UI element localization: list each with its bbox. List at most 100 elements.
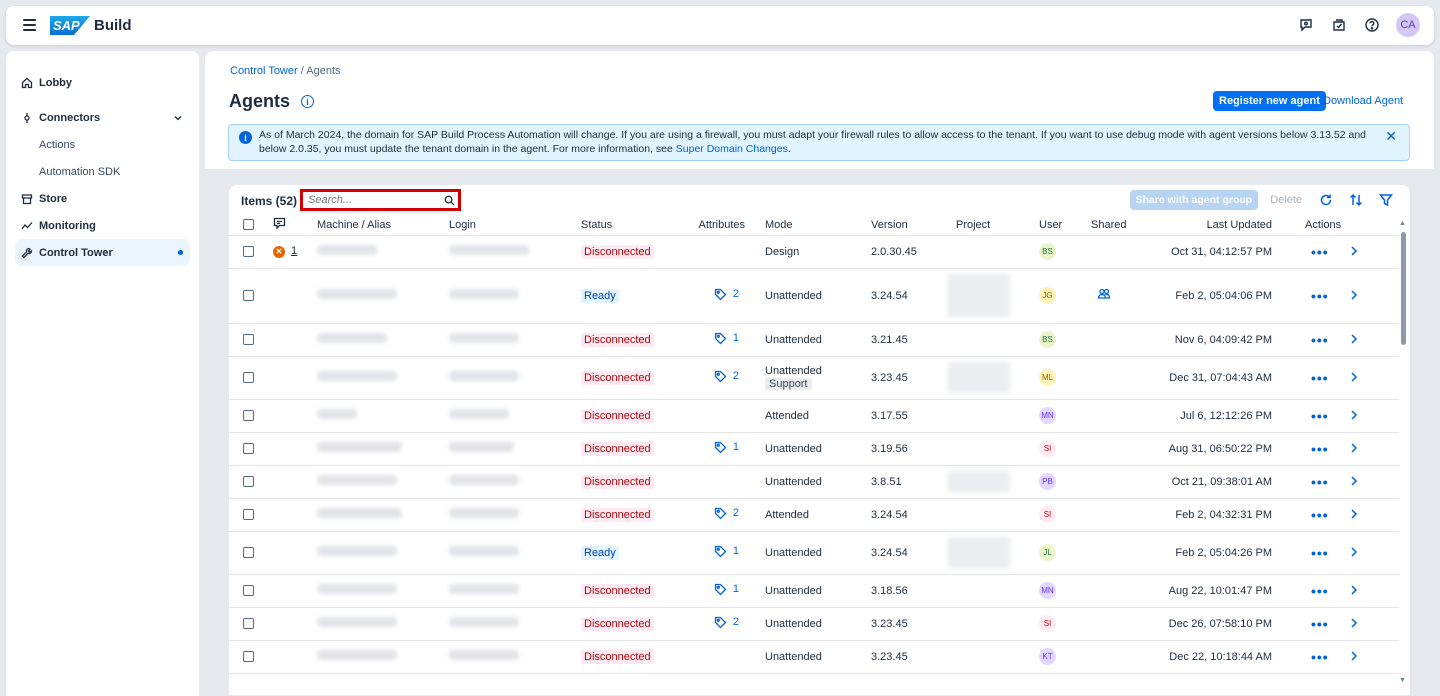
row-navigate-icon[interactable] [1350,475,1358,489]
row-navigate-icon[interactable] [1350,245,1358,259]
row-actions-button[interactable]: ••• [1311,545,1329,561]
row-checkbox[interactable] [243,509,254,521]
chevron-down-icon[interactable] [174,113,182,125]
attributes-link[interactable]: 2 [714,288,739,301]
table-row[interactable]: Ready 1 Unattended 3.24.54 JL Feb 2, 05:04:26… [229,531,1399,575]
col-version[interactable]: Version [855,215,934,236]
attributes-link[interactable]: 1 [714,545,739,558]
col-attributes[interactable]: Attributes [681,215,749,236]
user-avatar[interactable]: JG [1039,287,1056,304]
select-all-checkbox[interactable] [243,219,254,231]
user-avatar[interactable]: CA [1396,13,1420,37]
search-input[interactable] [308,194,444,206]
row-actions-button[interactable]: ••• [1311,408,1329,424]
col-last-updated[interactable]: Last Updated [1150,215,1272,236]
attributes-link[interactable]: 2 [714,507,739,520]
table-row[interactable]: Disconnected 1 Unattended 3.19.56 SI Aug 31, … [229,432,1399,466]
user-avatar[interactable]: BS [1039,243,1056,260]
filter-icon[interactable] [1374,190,1398,210]
nav-item-store[interactable]: Store [15,185,190,212]
col-user[interactable]: User [1022,215,1086,236]
refresh-icon[interactable] [1314,190,1338,210]
nav-item-control-tower[interactable]: Control Tower [15,239,190,266]
user-avatar[interactable]: ML [1039,369,1056,386]
nav-item-lobby[interactable]: Lobby [15,69,190,96]
row-navigate-icon[interactable] [1350,409,1358,423]
info-icon[interactable]: i [301,95,314,108]
col-mode[interactable]: Mode [749,215,855,236]
scroll-thumb[interactable] [1401,232,1406,345]
row-actions-button[interactable]: ••• [1311,583,1329,599]
user-avatar[interactable]: MN [1039,407,1056,424]
col-actions[interactable]: Actions [1272,215,1344,236]
breadcrumb-control-tower[interactable]: Control Tower [230,65,298,77]
row-checkbox[interactable] [243,618,254,630]
table-row[interactable]: Disconnected 2 Unattended 3.23.45 SI Dec 26, … [229,607,1399,641]
row-actions-button[interactable]: ••• [1311,649,1329,665]
assistant-icon[interactable] [1297,16,1315,34]
nav-item-connectors[interactable]: Connectors [15,104,190,131]
sap-logo[interactable]: SAP [50,16,90,35]
row-actions-button[interactable]: ••• [1311,370,1329,386]
row-checkbox[interactable] [243,443,254,455]
super-domain-changes-link[interactable]: Super Domain Changes [676,143,788,155]
shared-group-icon[interactable] [1097,288,1111,304]
table-row[interactable]: ✕ 1 Disconnected Design 2.0.30.45 BS Oct 31, 0… [229,235,1399,269]
error-count-link[interactable]: 1 [291,245,297,257]
row-navigate-icon[interactable] [1350,442,1358,456]
comment-icon[interactable] [273,217,286,233]
row-actions-button[interactable]: ••• [1311,507,1329,523]
col-status[interactable]: Status [569,215,681,236]
product-name[interactable]: Build [94,17,132,34]
row-navigate-icon[interactable] [1350,617,1358,631]
user-avatar[interactable]: SI [1039,615,1056,632]
close-icon[interactable]: ✕ [1385,129,1397,143]
row-actions-button[interactable]: ••• [1311,474,1329,490]
row-navigate-icon[interactable] [1350,333,1358,347]
table-row[interactable]: Disconnected 1 Unattended 3.21.45 BS Nov 6, 0… [229,323,1399,357]
table-row[interactable]: Disconnected Attended 3.17.55 MN Jul 6, 12:1… [229,399,1399,433]
scroll-up-icon[interactable]: ▲ [1399,220,1406,227]
attributes-link[interactable]: 2 [714,370,739,383]
row-navigate-icon[interactable] [1350,650,1358,664]
row-navigate-icon[interactable] [1350,584,1358,598]
row-checkbox[interactable] [243,372,254,384]
table-row[interactable]: Disconnected 1 Unattended 3.18.56 MN Aug 22, … [229,574,1399,608]
register-new-agent-button[interactable]: Register new agent [1213,91,1326,111]
table-row[interactable]: Disconnected Unattended 3.23.45 KT Dec 22, 1… [229,640,1399,674]
vertical-scrollbar[interactable]: ▲ ▼ [1399,220,1407,685]
row-navigate-icon[interactable] [1350,371,1358,385]
search-icon[interactable] [444,195,455,206]
row-checkbox[interactable] [243,585,254,597]
row-checkbox[interactable] [243,476,254,488]
row-actions-button[interactable]: ••• [1311,332,1329,348]
share-with-agent-group-button[interactable]: Share with agent group [1129,190,1259,210]
row-navigate-icon[interactable] [1350,289,1358,303]
col-login[interactable]: Login [437,215,569,236]
row-checkbox[interactable] [243,290,254,302]
search-field[interactable] [300,189,461,211]
delete-button[interactable]: Delete [1264,194,1308,206]
row-actions-button[interactable]: ••• [1311,441,1329,457]
table-row[interactable]: Disconnected 2 Attended 3.24.54 SI Feb 2, 04:… [229,498,1399,532]
menu-icon[interactable] [21,16,39,34]
table-row[interactable]: Disconnected Unattended 3.8.51 PB Oct 21, 09… [229,465,1399,499]
row-actions-button[interactable]: ••• [1311,616,1329,632]
user-avatar[interactable]: KT [1039,648,1056,665]
row-actions-button[interactable]: ••• [1311,244,1329,260]
row-checkbox[interactable] [243,547,254,559]
nav-item-automation-sdk[interactable]: Automation SDK [6,158,199,185]
row-actions-button[interactable]: ••• [1311,288,1329,304]
col-shared[interactable]: Shared [1086,215,1150,236]
user-avatar[interactable]: PB [1039,473,1056,490]
row-navigate-icon[interactable] [1350,546,1358,560]
nav-item-monitoring[interactable]: Monitoring [15,212,190,239]
scroll-down-icon[interactable]: ▼ [1399,677,1406,684]
user-avatar[interactable]: SI [1039,440,1056,457]
table-row[interactable]: Ready 2 Unattended 3.24.54 JG Feb 2, 05:04:06… [229,268,1399,324]
nav-item-actions[interactable]: Actions [6,131,199,158]
row-checkbox[interactable] [243,410,254,422]
attributes-link[interactable]: 1 [714,583,739,596]
notifications-icon[interactable] [1330,16,1348,34]
download-agent-button[interactable]: Download Agent [1323,95,1403,107]
